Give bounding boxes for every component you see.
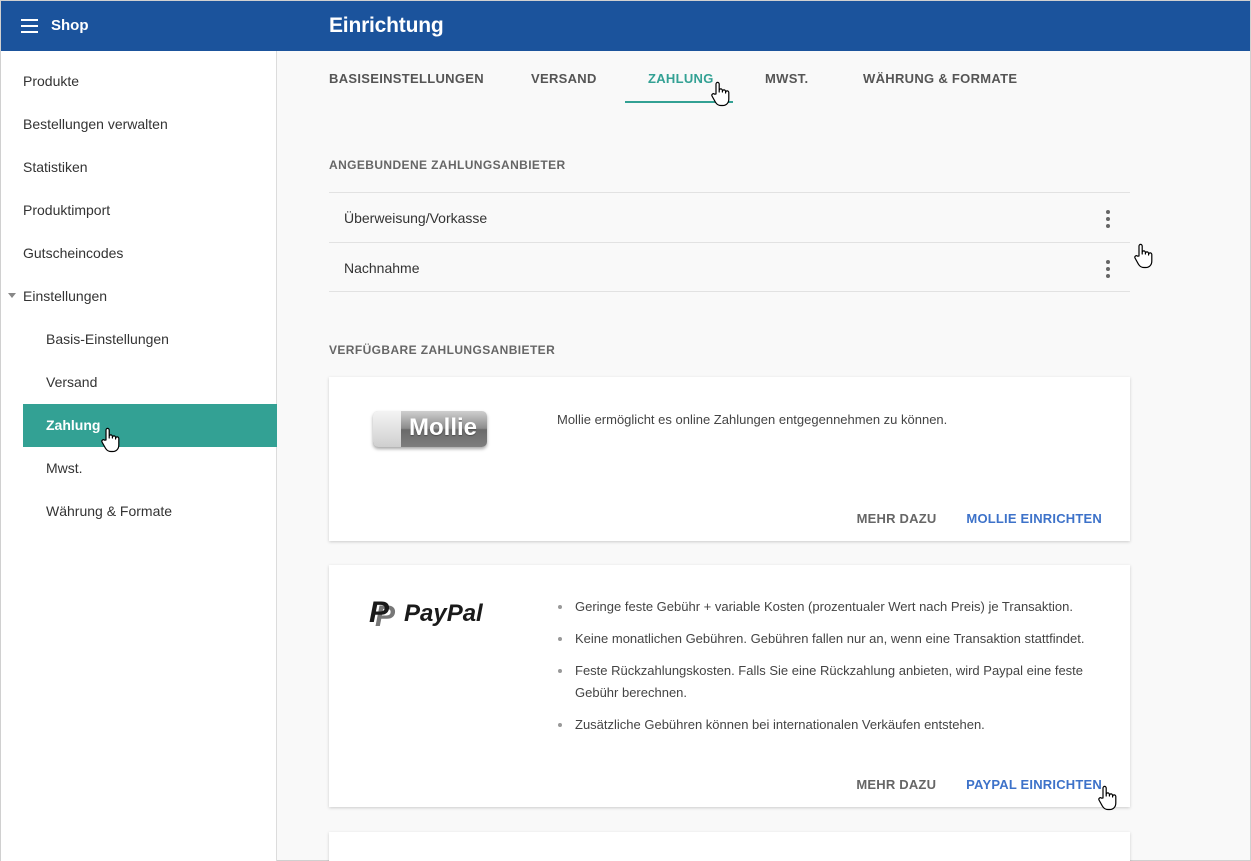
provider-name: Nachnahme	[344, 260, 420, 276]
connected-section-title: ANGEBUNDENE ZAHLUNGSANBIETER	[329, 158, 566, 172]
sidebar-item-einstellungen[interactable]: Einstellungen	[8, 275, 277, 318]
caret-down-icon	[8, 293, 16, 298]
app-header: Shop Einrichtung	[1, 1, 1250, 51]
paypal-card: P P PayPal Geringe feste Gebühr + variab…	[329, 565, 1130, 807]
active-tab-indicator	[625, 101, 733, 103]
paypal-setup-button[interactable]: PAYPAL EINRICHTEN	[966, 777, 1102, 792]
provider-row[interactable]: Überweisung/Vorkasse	[329, 192, 1130, 242]
tab-basiseinstellungen[interactable]: BASISEINSTELLUNGEN	[329, 71, 484, 86]
page-title: Einrichtung	[329, 14, 444, 37]
mollie-setup-button[interactable]: MOLLIE EINRICHTEN	[966, 511, 1102, 526]
tab-waehrung[interactable]: WÄHRUNG & FORMATE	[863, 71, 1017, 86]
kebab-icon[interactable]	[1104, 260, 1112, 278]
list-item: Keine monatlichen Gebühren. Gebühren fal…	[557, 628, 1097, 650]
provider-name: Überweisung/Vorkasse	[344, 210, 488, 226]
hand-cursor-icon	[1134, 243, 1153, 269]
mollie-description: Mollie ermöglicht es online Zahlungen en…	[557, 412, 948, 427]
paypal-p-icon: P	[369, 596, 390, 629]
tab-versand[interactable]: VERSAND	[531, 71, 597, 86]
menu-icon[interactable]	[15, 14, 43, 38]
sidebar-item-produkte[interactable]: Produkte	[23, 60, 277, 103]
next-provider-card	[329, 832, 1130, 861]
sidebar-item-statistiken[interactable]: Statistiken	[23, 146, 277, 189]
sidebar: Produkte Bestellungen verwalten Statisti…	[1, 51, 277, 861]
list-item: Geringe feste Gebühr + variable Kosten (…	[557, 596, 1097, 618]
paypal-more-button[interactable]: MEHR DAZU	[856, 777, 936, 792]
paypal-actions: MEHR DAZU PAYPAL EINRICHTEN	[856, 777, 1102, 792]
tab-mwst[interactable]: MWST.	[765, 71, 808, 86]
sidebar-item-produktimport[interactable]: Produktimport	[23, 189, 277, 232]
sidebar-subitem-zahlung[interactable]: Zahlung	[23, 404, 277, 447]
paypal-features: Geringe feste Gebühr + variable Kosten (…	[557, 596, 1097, 746]
sidebar-subitem-waehrung[interactable]: Währung & Formate	[23, 490, 277, 533]
sidebar-subitem-mwst[interactable]: Mwst.	[23, 447, 277, 490]
sidebar-subitem-versand[interactable]: Versand	[23, 361, 277, 404]
app-brand: Shop	[51, 17, 89, 34]
sidebar-item-gutscheincodes[interactable]: Gutscheincodes	[23, 232, 277, 275]
sidebar-item-bestellungen[interactable]: Bestellungen verwalten	[23, 103, 277, 146]
kebab-icon[interactable]	[1104, 210, 1112, 228]
sidebar-item-label: Einstellungen	[23, 288, 108, 304]
mollie-logo: Mollie	[373, 411, 487, 447]
paypal-logo: P P PayPal	[369, 596, 483, 633]
list-item: Zusätzliche Gebühren können bei internat…	[557, 714, 1097, 736]
sidebar-subitem-basis[interactable]: Basis-Einstellungen	[23, 318, 277, 361]
list-item: Feste Rückzahlungskosten. Falls Sie eine…	[557, 660, 1097, 704]
available-section-title: VERFÜGBARE ZAHLUNGSANBIETER	[329, 343, 556, 357]
mollie-more-button[interactable]: MEHR DAZU	[857, 511, 937, 526]
provider-row[interactable]: Nachnahme	[329, 242, 1130, 292]
mollie-card: Mollie Mollie ermöglicht es online Zahlu…	[329, 377, 1130, 541]
tab-zahlung[interactable]: ZAHLUNG	[648, 71, 714, 86]
mollie-actions: MEHR DAZU MOLLIE EINRICHTEN	[857, 511, 1102, 526]
